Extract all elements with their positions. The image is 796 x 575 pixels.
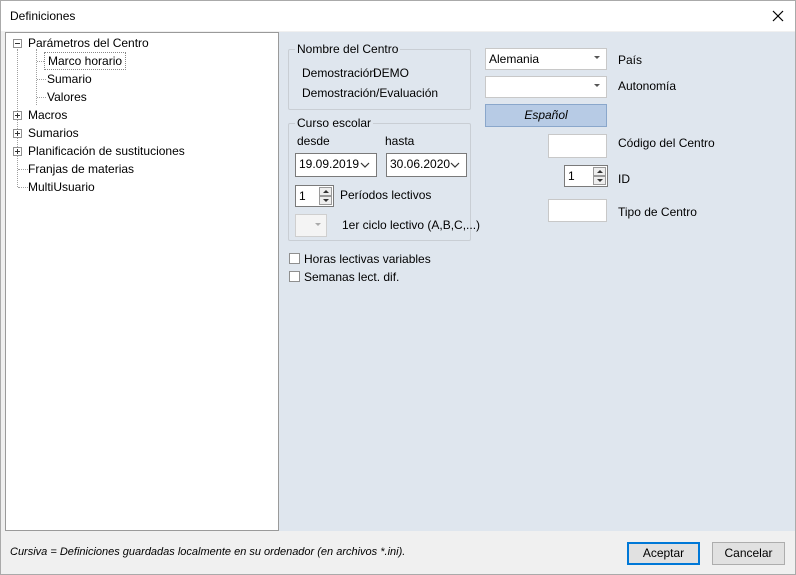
- tree-item-label: Macros: [28, 108, 68, 122]
- settings-tree[interactable]: Parámetros del Centro Marco horario Suma…: [5, 32, 279, 531]
- tree-item-label: Planificación de sustituciones: [28, 144, 185, 158]
- hasta-label: hasta: [385, 134, 415, 148]
- close-button[interactable]: [767, 5, 789, 27]
- hasta-date-picker[interactable]: 30.06.2020: [386, 153, 467, 177]
- footer-note: Cursiva = Definiciones guardadas localme…: [10, 546, 406, 558]
- horas-lectivas-checkbox[interactable]: Horas lectivas variables: [289, 252, 449, 266]
- group-title: Curso escolar: [295, 116, 374, 130]
- accept-button[interactable]: Aceptar: [627, 542, 700, 565]
- cancel-button[interactable]: Cancelar: [712, 542, 785, 565]
- tree-item-label: Valores: [47, 90, 87, 104]
- centro-name-long: Demostración/Evaluación: [302, 86, 439, 100]
- expand-icon[interactable]: [13, 147, 22, 156]
- tree-item-label: Franjas de materias: [28, 162, 135, 176]
- codigo-del-centro-label: Código del Centro: [618, 136, 715, 150]
- desde-date-picker[interactable]: 19.09.2019: [295, 153, 377, 177]
- checkbox-box[interactable]: [289, 253, 300, 264]
- checkbox-box[interactable]: [289, 271, 300, 282]
- spin-down-icon[interactable]: [319, 196, 332, 205]
- tree-item-sumario[interactable]: Sumario: [6, 70, 276, 88]
- periodos-value: 1: [299, 189, 306, 203]
- settings-panel: Nombre del Centro Demostración DEMO Demo…: [279, 32, 795, 531]
- tree-item-macros[interactable]: Macros: [6, 106, 276, 124]
- tree-item-label: MultiUsuario: [28, 180, 95, 194]
- chevron-down-icon: [360, 162, 370, 168]
- definiciones-dialog: Definiciones Parámetros del Centro Marco…: [0, 0, 796, 575]
- id-value: 1: [568, 169, 575, 183]
- tree-item-parametros-del-centro[interactable]: Parámetros del Centro: [6, 34, 276, 52]
- tree-item-franjas-de-materias[interactable]: Franjas de materias: [6, 160, 276, 178]
- expand-icon[interactable]: [13, 129, 22, 138]
- spin-up-icon[interactable]: [593, 167, 606, 176]
- title-bar: Definiciones: [1, 1, 795, 31]
- collapse-icon[interactable]: [13, 39, 22, 48]
- checkbox-label: Horas lectivas variables: [304, 252, 431, 266]
- tree-item-marco-horario[interactable]: Marco horario: [6, 52, 276, 70]
- window-title: Definiciones: [10, 9, 76, 23]
- tree-item-label: Marco horario: [44, 52, 127, 70]
- ciclo-lectivo-select: [295, 214, 327, 237]
- tree-item-label: Parámetros del Centro: [28, 36, 149, 50]
- codigo-del-centro-field[interactable]: [548, 134, 607, 158]
- dropdown-arrow-icon: [594, 84, 600, 87]
- autonomia-label: Autonomía: [618, 79, 677, 93]
- pais-value: Alemania: [489, 52, 540, 66]
- tipo-de-centro-field[interactable]: [548, 199, 607, 222]
- close-icon: [772, 10, 784, 22]
- tree-item-planificacion-de-sustituciones[interactable]: Planificación de sustituciones: [6, 142, 276, 160]
- periodos-lectivos-label: Períodos lectivos: [340, 188, 432, 202]
- spin-down-icon[interactable]: [593, 176, 606, 185]
- dropdown-arrow-icon: [594, 56, 600, 59]
- tree-item-multiusuario[interactable]: MultiUsuario: [6, 178, 276, 196]
- periodos-lectivos-stepper[interactable]: 1: [295, 185, 334, 207]
- id-label: ID: [618, 172, 630, 186]
- pais-label: País: [618, 53, 643, 67]
- desde-date-value: 19.09.2019: [299, 157, 360, 171]
- tree-item-sumarios[interactable]: Sumarios: [6, 124, 276, 142]
- centro-name-code: DEMO: [373, 66, 409, 80]
- group-title: Nombre del Centro: [295, 42, 401, 56]
- spin-up-icon[interactable]: [319, 187, 332, 196]
- centro-name-short: Demostración: [302, 66, 377, 80]
- pais-select[interactable]: Alemania: [485, 48, 607, 70]
- tree-item-valores[interactable]: Valores: [6, 88, 276, 106]
- expand-icon[interactable]: [13, 111, 22, 120]
- chevron-down-icon: [450, 162, 460, 168]
- tipo-de-centro-label: Tipo de Centro: [618, 205, 697, 219]
- tree-item-label: Sumarios: [28, 126, 79, 140]
- hasta-date-value: 30.06.2020: [390, 157, 451, 171]
- dropdown-arrow-icon: [315, 223, 321, 226]
- tree-item-label: Sumario: [47, 72, 92, 86]
- ciclo-lectivo-label: 1er ciclo lectivo (A,B,C,...): [342, 218, 481, 232]
- id-stepper[interactable]: 1: [564, 165, 608, 187]
- desde-label: desde: [297, 134, 330, 148]
- language-button[interactable]: Español: [485, 104, 607, 127]
- semanas-lect-checkbox[interactable]: Semanas lect. dif.: [289, 270, 449, 284]
- checkbox-label: Semanas lect. dif.: [304, 270, 400, 284]
- autonomia-select[interactable]: [485, 76, 607, 98]
